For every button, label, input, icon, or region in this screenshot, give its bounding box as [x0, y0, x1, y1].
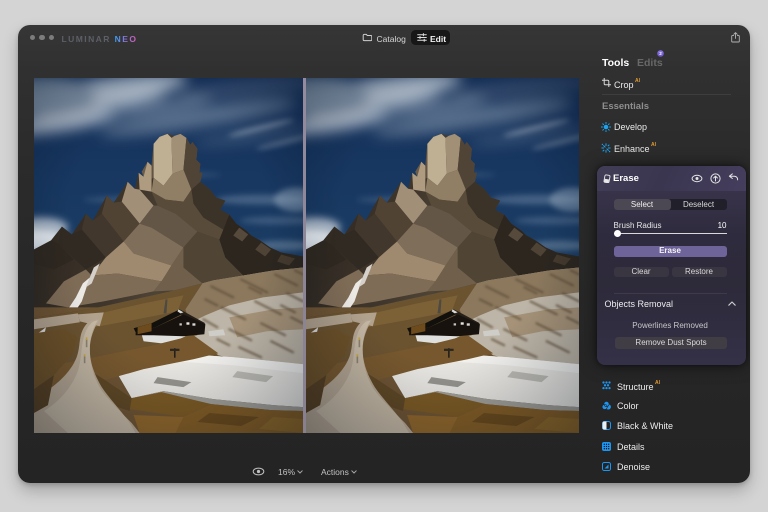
svg-text:2: 2 — [659, 51, 662, 56]
